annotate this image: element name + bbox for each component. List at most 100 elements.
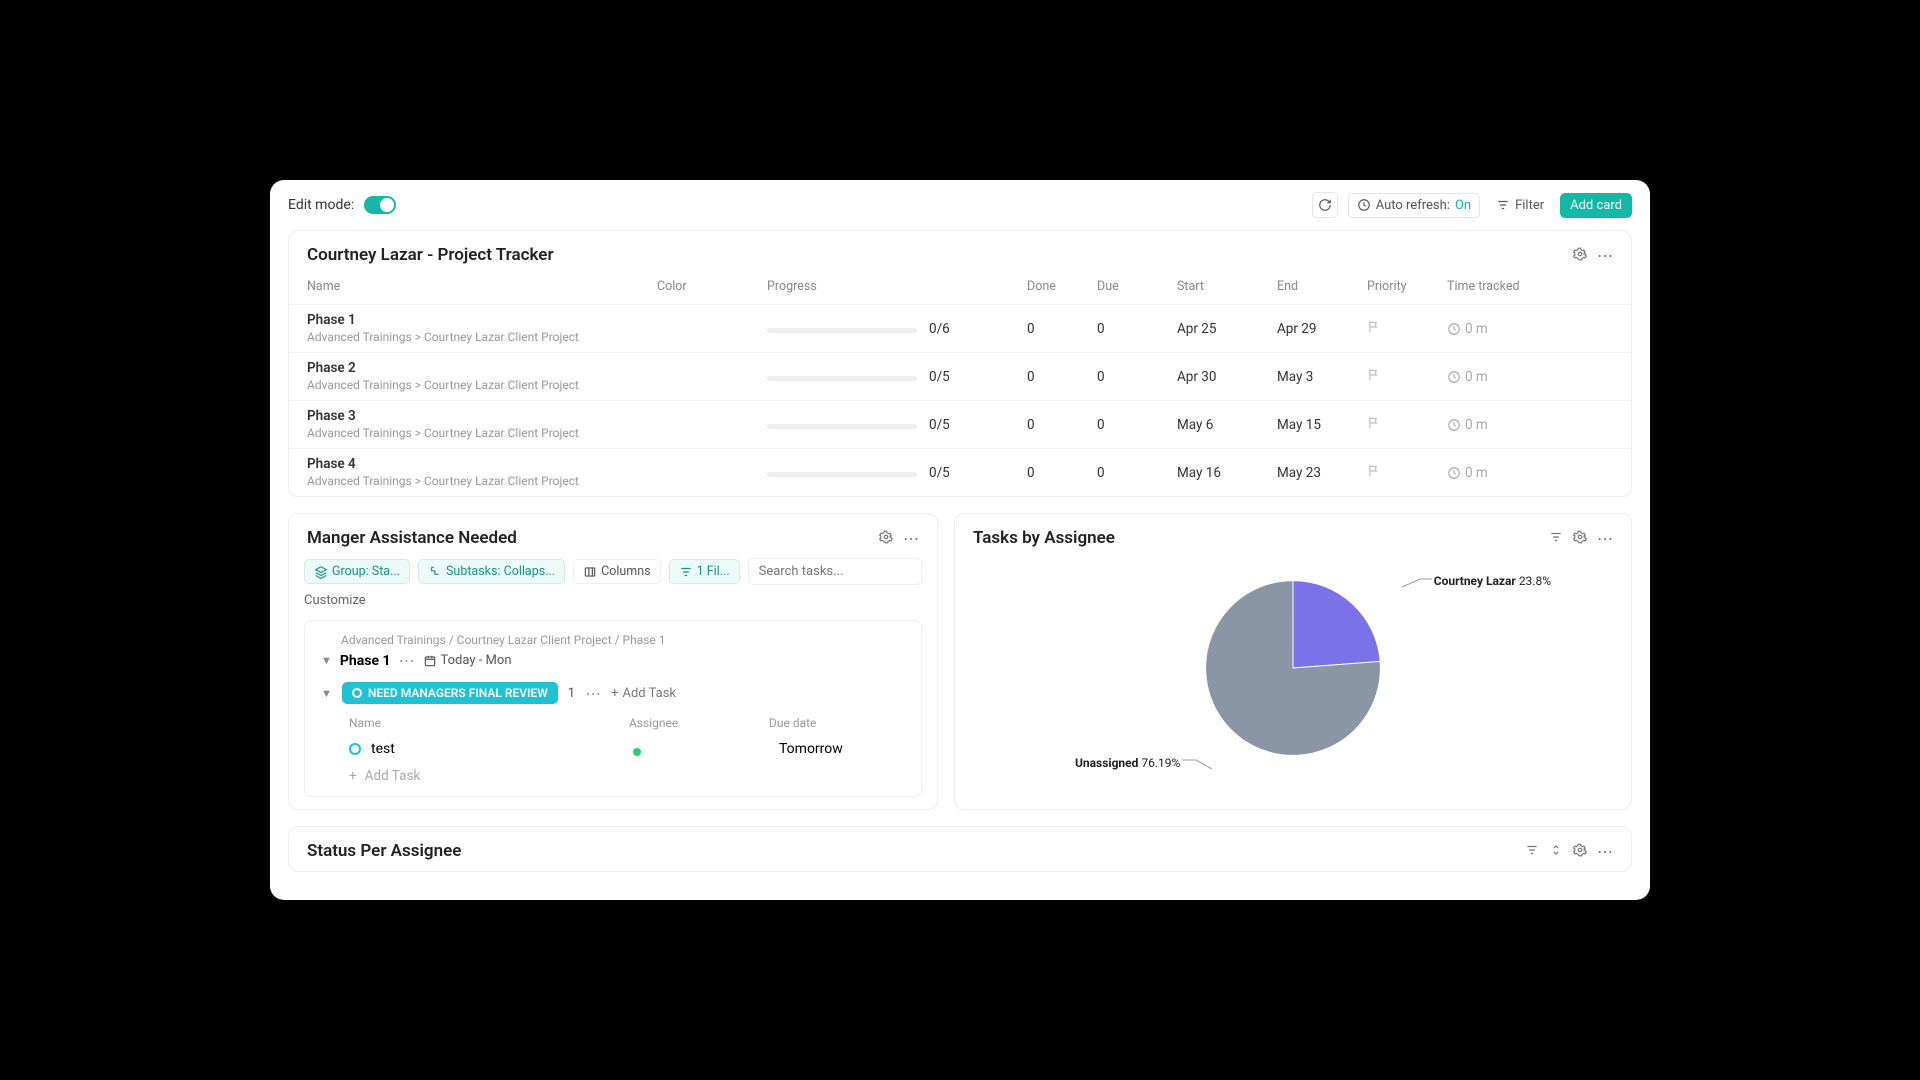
phase-collapse-toggle[interactable]: ▼ xyxy=(321,654,332,667)
row-due: 0 xyxy=(1097,321,1177,337)
row-time[interactable]: 0 m xyxy=(1447,369,1547,385)
filter-chip-label: 1 Fil... xyxy=(697,564,730,579)
more-button[interactable]: ⋯ xyxy=(1597,246,1613,265)
col-end: End xyxy=(1277,279,1367,294)
more-button[interactable]: ⋯ xyxy=(1597,529,1613,548)
phase-more[interactable]: ⋯ xyxy=(399,651,415,670)
clock-icon xyxy=(1447,322,1461,336)
task-due[interactable]: Tomorrow xyxy=(779,741,899,757)
col-color: Color xyxy=(657,279,767,294)
th-assignee: Assignee xyxy=(629,716,769,730)
customize-button[interactable]: Customize xyxy=(304,593,366,608)
status-row: ▼ NEED MANAGERS FINAL REVIEW 1 ⋯ + Add T… xyxy=(319,682,907,704)
pie-slice[interactable] xyxy=(1293,581,1380,668)
row-end[interactable]: May 15 xyxy=(1277,417,1367,433)
project-tracker-title: Courtney Lazar - Project Tracker xyxy=(307,245,554,265)
phase-name[interactable]: Phase 1 xyxy=(340,653,391,669)
row-done: 0 xyxy=(1027,417,1097,433)
row-due: 0 xyxy=(1097,369,1177,385)
filter-button[interactable]: Filter xyxy=(1490,194,1550,217)
row-start[interactable]: May 6 xyxy=(1177,417,1277,433)
expand-button[interactable] xyxy=(1549,842,1563,861)
manager-assistance-card: Manger Assistance Needed ⋯ Group: Sta...… xyxy=(288,513,938,810)
status-more[interactable]: ⋯ xyxy=(585,684,601,703)
search-input[interactable] xyxy=(748,558,922,585)
tracker-table-header: Name Color Progress Done Due Start End P… xyxy=(289,275,1631,304)
table-row[interactable]: Phase 4Advanced Trainings > Courtney Laz… xyxy=(289,448,1631,496)
pie-slice-name: Unassigned xyxy=(1075,756,1138,770)
row-progress[interactable]: 0/5 xyxy=(767,417,1027,433)
row-name[interactable]: Phase 4Advanced Trainings > Courtney Laz… xyxy=(307,456,657,489)
auto-refresh-state: On xyxy=(1455,198,1471,213)
layers-icon xyxy=(314,565,328,579)
filter-chip[interactable]: 1 Fil... xyxy=(669,559,740,584)
flag-icon xyxy=(1367,368,1381,382)
filter-button[interactable] xyxy=(1549,529,1563,548)
row-name[interactable]: Phase 1Advanced Trainings > Courtney Laz… xyxy=(307,312,657,345)
filter-button[interactable] xyxy=(1525,842,1539,861)
row-priority[interactable] xyxy=(1367,464,1447,482)
more-button[interactable]: ⋯ xyxy=(903,529,919,548)
topbar-left: Edit mode: xyxy=(288,196,396,214)
row-due: 0 xyxy=(1097,417,1177,433)
row-start[interactable]: Apr 30 xyxy=(1177,369,1277,385)
add-task-inline[interactable]: + Add Task xyxy=(611,686,676,701)
row-progress[interactable]: 0/5 xyxy=(767,465,1027,481)
phase-date-label: Today - Mon xyxy=(441,653,512,668)
task-headers: Name Assignee Due date xyxy=(319,714,907,736)
row-priority[interactable] xyxy=(1367,416,1447,434)
row-time[interactable]: 0 m xyxy=(1447,321,1547,337)
row-start[interactable]: May 16 xyxy=(1177,465,1277,481)
row-time[interactable]: 0 m xyxy=(1447,417,1547,433)
row-end[interactable]: Apr 29 xyxy=(1277,321,1367,337)
row-end[interactable]: May 23 xyxy=(1277,465,1367,481)
add-card-button[interactable]: Add card xyxy=(1560,193,1632,218)
row-progress[interactable]: 0/6 xyxy=(767,321,1027,337)
gear-icon xyxy=(1573,247,1587,261)
group-chip[interactable]: Group: Sta... xyxy=(304,559,410,584)
row-name[interactable]: Phase 2Advanced Trainings > Courtney Laz… xyxy=(307,360,657,393)
columns-chip[interactable]: Columns xyxy=(573,559,661,584)
row-name[interactable]: Phase 3Advanced Trainings > Courtney Laz… xyxy=(307,408,657,441)
settings-button[interactable] xyxy=(879,529,893,548)
row-time[interactable]: 0 m xyxy=(1447,465,1547,481)
task-row[interactable]: test Tomorrow xyxy=(319,736,907,762)
filter-label: Filter xyxy=(1515,198,1544,213)
row-priority[interactable] xyxy=(1367,368,1447,386)
row-start[interactable]: Apr 25 xyxy=(1177,321,1277,337)
settings-button[interactable] xyxy=(1573,246,1587,265)
table-row[interactable]: Phase 3Advanced Trainings > Courtney Laz… xyxy=(289,400,1631,448)
edit-mode-toggle[interactable] xyxy=(364,196,396,214)
card-header: Tasks by Assignee ⋯ xyxy=(955,514,1631,558)
status-collapse-toggle[interactable]: ▼ xyxy=(321,687,332,700)
add-task-row[interactable]: + Add Task xyxy=(319,762,907,784)
refresh-button[interactable] xyxy=(1312,192,1338,218)
settings-button[interactable] xyxy=(1573,529,1587,548)
auto-refresh-button[interactable]: Auto refresh: On xyxy=(1348,193,1480,218)
col-start: Start xyxy=(1177,279,1277,294)
subtasks-chip[interactable]: Subtasks: Collaps... xyxy=(418,559,565,584)
add-task-label: Add Task xyxy=(622,686,676,701)
row-progress[interactable]: 0/5 xyxy=(767,369,1027,385)
card-actions: ⋯ xyxy=(1549,529,1613,548)
more-button[interactable]: ⋯ xyxy=(1597,842,1613,861)
auto-refresh-label: Auto refresh: xyxy=(1376,198,1450,213)
pie-label-unassigned: Unassigned 76.19% xyxy=(1075,756,1180,770)
task-name[interactable]: test xyxy=(371,741,639,757)
table-row[interactable]: Phase 2Advanced Trainings > Courtney Laz… xyxy=(289,352,1631,400)
table-row[interactable]: Phase 1Advanced Trainings > Courtney Laz… xyxy=(289,304,1631,352)
status-badge[interactable]: NEED MANAGERS FINAL REVIEW xyxy=(342,682,558,704)
gear-icon xyxy=(1573,530,1587,544)
col-time: Time tracked xyxy=(1447,279,1547,294)
row-end[interactable]: May 3 xyxy=(1277,369,1367,385)
row-done: 0 xyxy=(1027,321,1097,337)
phase-date[interactable]: Today - Mon xyxy=(423,653,512,668)
status-circle-icon[interactable] xyxy=(349,743,361,755)
expand-icon xyxy=(1549,843,1563,857)
columns-icon xyxy=(583,565,597,579)
plus-icon: + xyxy=(611,686,618,701)
clock-icon xyxy=(1447,466,1461,480)
row-priority[interactable] xyxy=(1367,320,1447,338)
phase-breadcrumb: Advanced Trainings / Courtney Lazar Clie… xyxy=(319,633,907,647)
settings-button[interactable] xyxy=(1573,842,1587,861)
